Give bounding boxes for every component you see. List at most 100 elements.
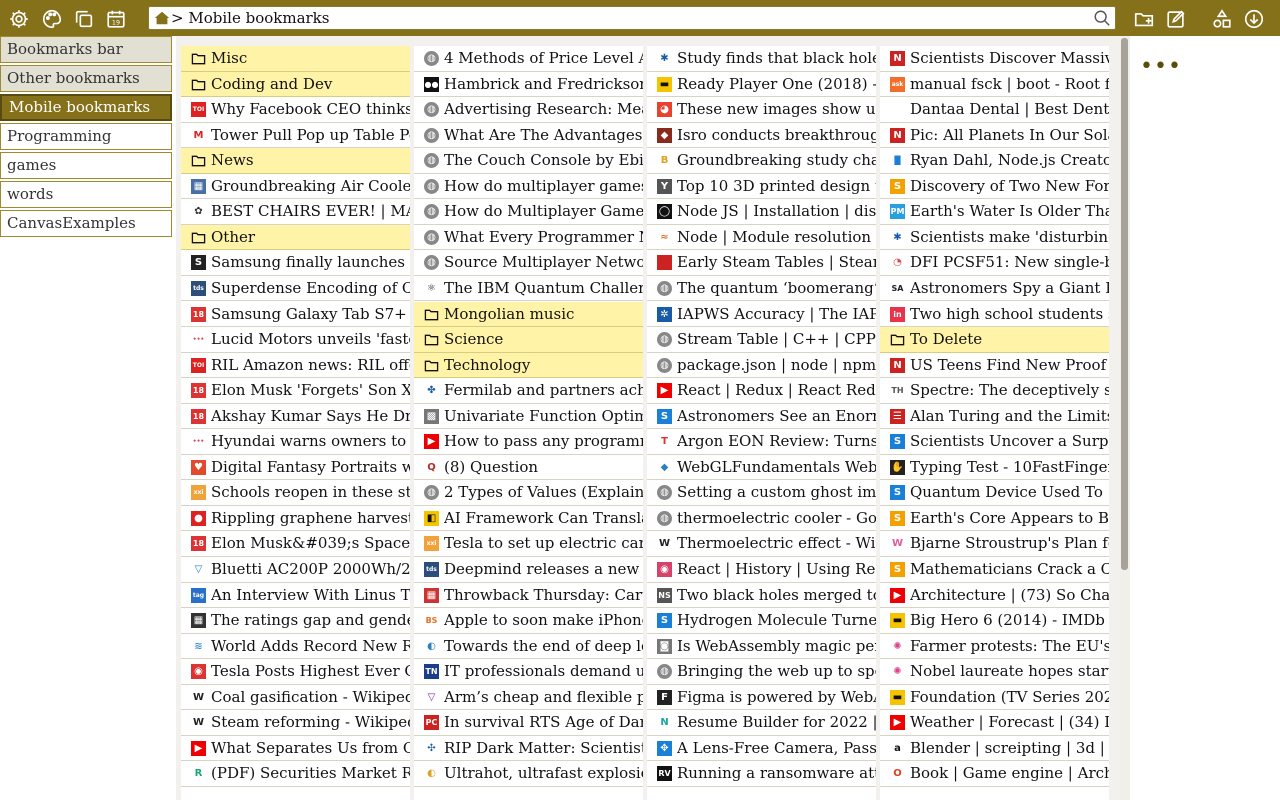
bookmark-row[interactable]: ◍ The quantum ‘boomerang’ effec [647, 276, 876, 302]
palette-icon[interactable] [40, 7, 64, 31]
bookmark-row[interactable]: ◍ What Every Programmer Needs [414, 225, 643, 251]
bookmark-row[interactable]: ▬ Foundation (TV Series 2021– ) [880, 685, 1109, 711]
bookmark-row[interactable]: ◍ Bringing the web up to speed wi [647, 659, 876, 685]
bookmark-row[interactable]: ◯ Node JS | Installation | distribut [647, 199, 876, 225]
sidebar-item-games[interactable]: games [0, 152, 172, 179]
bookmark-row[interactable]: ▶ What Separates Us from Chimp [181, 736, 410, 762]
folder-row[interactable]: Coding and Dev [181, 71, 410, 98]
bookmark-row[interactable]: ▐▌ Ryan Dahl, Node.js Creator, Wa [880, 148, 1109, 174]
bookmark-row[interactable]: ◉ React | History | Using React wit [647, 557, 876, 583]
bookmark-row[interactable]: TN IT professionals demand up to 7 [414, 659, 643, 685]
bookmark-row[interactable]: S Discovery of Two New Forms o [880, 174, 1109, 200]
search-icon[interactable] [1093, 9, 1111, 27]
bookmark-row[interactable]: TH Spectre: The deceptively simple [880, 378, 1109, 404]
copy-icon[interactable] [72, 7, 96, 31]
folder-row[interactable]: Technology [414, 352, 643, 379]
bookmark-row[interactable]: ✱ Study finds that black hole inne [647, 46, 876, 72]
folder-row[interactable]: To Delete [880, 327, 1109, 353]
bookmark-row[interactable]: 18 Elon Musk&#039;s SpaceX Wil [181, 531, 410, 557]
bookmark-row[interactable]: Q (8) Question [414, 455, 643, 481]
bookmark-row[interactable]: 18 Samsung Galaxy Tab S7+ Sold O [181, 302, 410, 327]
vertical-scrollbar[interactable] [1120, 36, 1130, 800]
bookmark-row[interactable]: W Thermoelectric effect - Wikiped [647, 531, 876, 557]
bookmark-row[interactable]: ▽ Arm’s cheap and flexible plastic [414, 685, 643, 711]
calendar-icon[interactable]: 19 [104, 7, 128, 31]
bookmark-row[interactable]: S Astronomers See an Enormous [647, 404, 876, 430]
bookmark-row[interactable]: ✤ Fermilab and partners achieve s [414, 378, 643, 404]
bookmark-row[interactable]: ♥ Digital Fantasy Portraits with Pl [181, 455, 410, 481]
bookmark-row[interactable]: Y Top 10 3D printed design trends [647, 174, 876, 200]
sidebar-item-bookmarks-bar[interactable]: Bookmarks bar [0, 36, 172, 63]
bookmark-row[interactable]: ••• Lucid Motors unveils 'fastest ch [181, 327, 410, 353]
sidebar-item-programming[interactable]: Programming [0, 123, 172, 150]
sidebar-item-other-bookmarks[interactable]: Other bookmarks [0, 65, 172, 92]
bookmark-row[interactable]: ✋ Typing Test - 10FastFingers.cor [880, 455, 1109, 481]
bookmark-row[interactable]: ◙ Is WebAssembly magic perform [647, 634, 876, 660]
bookmark-row[interactable]: S Hydrogen Molecule Turned Into [647, 608, 876, 634]
download-icon[interactable] [1242, 7, 1266, 31]
bookmark-row[interactable]: B Groundbreaking study challenge [647, 148, 876, 174]
bookmark-row[interactable]: ◐ Ultrahot, ultrafast explosion cal [414, 761, 643, 787]
bookmark-row[interactable]: ◍ Source Multiplayer Networking [414, 250, 643, 276]
bookmark-row[interactable]: N Scientists Discover Massive "O [880, 46, 1109, 72]
bookmark-row[interactable]: ◍ The Couch Console by Ebite In [414, 148, 643, 174]
bookmark-row[interactable]: BS Apple to soon make iPhone 12 i [414, 608, 643, 634]
bookmark-row[interactable]: Early Steam Tables | Steam tabl [647, 250, 876, 276]
bookmark-row[interactable]: N US Teens Find New Proof For P [880, 353, 1109, 379]
bookmark-row[interactable]: ☰ Alan Turing and the Limits of C [880, 404, 1109, 430]
bookmark-row[interactable]: ✺ Farmer protests: The EU's green [880, 634, 1109, 660]
bookmark-row[interactable]: ✲ IAPWS Accuracy | The IAPWS [647, 302, 876, 327]
bookmark-row[interactable]: W Bjarne Stroustrup's Plan for Brir [880, 531, 1109, 557]
bookmark-row[interactable]: ▶ Weather | Forecast | (34) DeepM [880, 710, 1109, 736]
bookmark-row[interactable]: ●● Hambrick and Fredrickson Strat [414, 72, 643, 98]
bookmark-row[interactable]: TOI RIL Amazon news: RIL offers A [181, 353, 410, 379]
sidebar-item-words[interactable]: words [0, 181, 172, 208]
bookmark-row[interactable]: ▶ React | Redux | React Redux Tu [647, 378, 876, 404]
bookmark-row[interactable]: xxi Tesla to set up electric car manu [414, 531, 643, 557]
bookmark-row[interactable]: ▩ Univariate Function Optimizatio [414, 404, 643, 430]
bookmark-row[interactable]: 18 Elon Musk 'Forgets' Son X Æ A [181, 378, 410, 404]
bookmark-row[interactable]: ◍ thermoelectric cooler - Google S [647, 506, 876, 532]
bookmark-row[interactable]: tds Superdense Encoding of Classic [181, 276, 410, 302]
bookmark-row[interactable]: ✿ BEST CHAIRS EVER! | MAXN [181, 199, 410, 225]
bookmark-row[interactable]: S Quantum Device Used To Slow [880, 480, 1109, 506]
bookmark-row[interactable]: ● Rippling graphene harvests therr [181, 506, 410, 532]
bookmark-row[interactable]: ▽ Bluetti AC200P 2000Wh/2000W [181, 557, 410, 583]
shapes-icon[interactable] [1210, 7, 1234, 31]
folder-row[interactable]: Mongolian music [414, 301, 643, 327]
bookmark-row[interactable]: ◍ 4 Methods of Price Level Accou [414, 46, 643, 72]
bookmark-row[interactable]: M Tower Pull Pop up Table Power [181, 123, 410, 149]
bookmark-row[interactable]: 18 Akshay Kumar Says He Drinks [181, 404, 410, 430]
folder-row[interactable]: Other [181, 224, 410, 251]
bookmark-row[interactable]: ▦ Throwback Thursday: Caruana [414, 583, 643, 609]
bookmark-row[interactable]: ◍ Setting a custom ghost image wh [647, 480, 876, 506]
bookmark-row[interactable]: tds Deepmind releases a new State- [414, 557, 643, 583]
breadcrumb-current[interactable]: Mobile bookmarks [188, 9, 329, 27]
bookmark-row[interactable]: F Figma is powered by WebAssem [647, 685, 876, 711]
bookmark-row[interactable]: ◧ AI Framework Can Translate M [414, 506, 643, 532]
bookmark-row[interactable]: ◍ Stream Table | C++ | CPP | frees [647, 327, 876, 353]
bookmark-row[interactable]: RV Running a ransomware attack in [647, 761, 876, 787]
address-bar[interactable]: > Mobile bookmarks [148, 6, 1116, 30]
bookmark-row[interactable]: W Coal gasification - Wikipedia [181, 685, 410, 711]
bookmark-row[interactable]: ▬ Ready Player One (2018) - IMD [647, 72, 876, 98]
folder-row[interactable]: Science [414, 327, 643, 353]
bookmark-row[interactable]: W Steam reforming - Wikipedia [181, 710, 410, 736]
bookmark-row[interactable]: ✥ A Lens-Free Camera, Passed Th [647, 736, 876, 762]
bookmark-row[interactable]: ••• Hyundai warns owners to park c [181, 429, 410, 455]
sidebar-item-canvasexamples[interactable]: CanvasExamples [0, 210, 172, 237]
sidebar-item-mobile-bookmarks[interactable]: Mobile bookmarks [0, 94, 172, 121]
bookmark-row[interactable]: ◍ How do Multiplayer Game sync [414, 199, 643, 225]
bookmark-row[interactable]: ◕ These new images show us the d [647, 97, 876, 123]
bookmark-row[interactable]: NS Two black holes merged to form [647, 583, 876, 609]
bookmark-row[interactable]: S Mathematicians Crack a Centur [880, 557, 1109, 583]
settings-gear-icon[interactable] [7, 7, 31, 31]
bookmark-row[interactable]: S Scientists Uncover a Surprising [880, 429, 1109, 455]
bookmark-row[interactable]: ◆ WebGLFundamentals WebGL S [647, 455, 876, 481]
folder-row[interactable]: Misc [181, 46, 410, 72]
bookmark-row[interactable]: ◍ What Are The Advantages And [414, 123, 643, 149]
bookmark-row[interactable]: PM Earth's Water Is Older Than the [880, 199, 1109, 225]
bookmark-row[interactable]: O Book | Game engine | Architectu [880, 761, 1109, 787]
bookmark-row[interactable]: ▶ Architecture | (73) So Chateaux [880, 583, 1109, 609]
new-folder-icon[interactable] [1132, 7, 1156, 31]
